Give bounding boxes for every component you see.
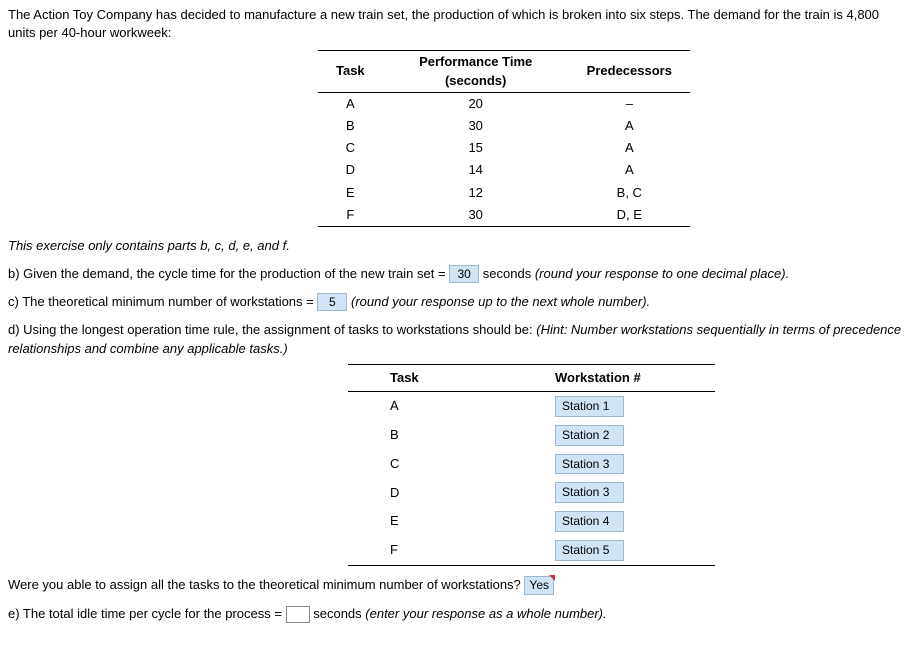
- cell-task: F: [348, 536, 555, 565]
- cell-time: 20: [383, 92, 569, 115]
- assign-pre: Were you able to assign all the tasks to…: [8, 577, 521, 592]
- qc-pre: c) The theoretical minimum number of wor…: [8, 294, 314, 309]
- task-table-wrap: Task Performance Time(seconds) Predecess…: [318, 50, 906, 227]
- problem-intro: The Action Toy Company has decided to ma…: [8, 6, 906, 42]
- cell-pred: A: [569, 137, 690, 159]
- cell-task: D: [348, 478, 555, 507]
- station-select[interactable]: Station 2: [555, 425, 624, 446]
- station-select[interactable]: Station 5: [555, 540, 624, 561]
- table-row: FStation 5: [348, 536, 715, 565]
- workstation-table: Task Workstation # AStation 1 BStation 2…: [348, 364, 715, 566]
- qb-hint: (round your response to one decimal plac…: [535, 266, 789, 281]
- table-row: C15A: [318, 137, 690, 159]
- qc-hint: (round your response up to the next whol…: [351, 294, 650, 309]
- cell-task: B: [348, 421, 555, 450]
- qc-answer[interactable]: 5: [317, 293, 347, 311]
- station-select[interactable]: Station 4: [555, 511, 624, 532]
- assign-question: Were you able to assign all the tasks to…: [8, 576, 906, 595]
- cell-time: 30: [383, 115, 569, 137]
- cell-pred: A: [569, 115, 690, 137]
- question-b: b) Given the demand, the cycle time for …: [8, 265, 906, 283]
- station-select[interactable]: Station 1: [555, 396, 624, 417]
- table-row: F30D, E: [318, 204, 690, 227]
- table-row: EStation 4: [348, 507, 715, 536]
- table-row: DStation 3: [348, 478, 715, 507]
- cell-time: 30: [383, 204, 569, 227]
- cell-task: E: [348, 507, 555, 536]
- col-pred: Predecessors: [569, 51, 690, 92]
- qb-unit: seconds: [483, 266, 531, 281]
- table-row: BStation 2: [348, 421, 715, 450]
- cell-task: A: [318, 92, 383, 115]
- cell-pred: –: [569, 92, 690, 115]
- workstation-table-wrap: Task Workstation # AStation 1 BStation 2…: [348, 364, 906, 566]
- col-task2: Task: [348, 364, 555, 391]
- table-row: B30A: [318, 115, 690, 137]
- table-row: E12B, C: [318, 182, 690, 204]
- cell-time: 12: [383, 182, 569, 204]
- qd-pre: d) Using the longest operation time rule…: [8, 322, 533, 337]
- cell-pred: A: [569, 159, 690, 181]
- cell-task: B: [318, 115, 383, 137]
- task-table: Task Performance Time(seconds) Predecess…: [318, 50, 690, 227]
- station-select[interactable]: Station 3: [555, 454, 624, 475]
- cell-time: 15: [383, 137, 569, 159]
- col-perf: Performance Time(seconds): [383, 51, 569, 92]
- qb-answer[interactable]: 30: [449, 265, 479, 283]
- qb-pre: b) Given the demand, the cycle time for …: [8, 266, 446, 281]
- table-row: A20–: [318, 92, 690, 115]
- assign-answer[interactable]: Yes: [524, 576, 554, 595]
- qe-answer-input[interactable]: [286, 606, 310, 623]
- parts-note: This exercise only contains parts b, c, …: [8, 237, 906, 255]
- qe-pre: e) The total idle time per cycle for the…: [8, 606, 282, 621]
- cell-task: C: [318, 137, 383, 159]
- cell-pred: D, E: [569, 204, 690, 227]
- table-row: AStation 1: [348, 392, 715, 421]
- cell-task: C: [348, 450, 555, 479]
- table-row: CStation 3: [348, 450, 715, 479]
- cell-pred: B, C: [569, 182, 690, 204]
- cell-task: F: [318, 204, 383, 227]
- qe-unit: seconds: [313, 606, 361, 621]
- table-row: D14A: [318, 159, 690, 181]
- cell-time: 14: [383, 159, 569, 181]
- qe-hint: (enter your response as a whole number).: [365, 606, 606, 621]
- cell-task: E: [318, 182, 383, 204]
- question-e: e) The total idle time per cycle for the…: [8, 605, 906, 623]
- station-select[interactable]: Station 3: [555, 482, 624, 503]
- question-d: d) Using the longest operation time rule…: [8, 321, 906, 357]
- question-c: c) The theoretical minimum number of wor…: [8, 293, 906, 311]
- cell-task: D: [318, 159, 383, 181]
- col-ws: Workstation #: [555, 364, 715, 391]
- col-task: Task: [318, 51, 383, 92]
- cell-task: A: [348, 392, 555, 421]
